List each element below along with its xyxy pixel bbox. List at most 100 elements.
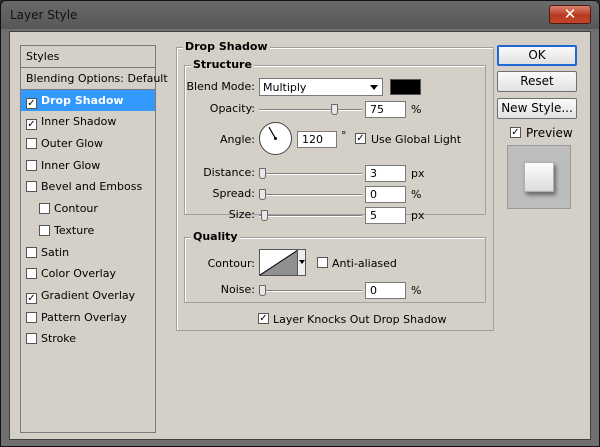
structure-group: Structure Blend Mode: Multiply Opacity: … (184, 58, 486, 224)
distance-label: Distance: (203, 166, 255, 179)
ok-button[interactable]: OK (497, 45, 577, 66)
styles-item-label: Stroke (41, 332, 77, 346)
styles-item-contour[interactable]: Contour (21, 198, 155, 220)
anti-aliased-label[interactable]: Anti-aliased (332, 257, 397, 270)
styles-item-drop-shadow[interactable]: Drop Shadow (21, 89, 155, 112)
styles-item-label: Texture (54, 223, 95, 237)
styles-item-checkbox[interactable] (26, 97, 37, 109)
styles-item-checkbox[interactable] (26, 268, 37, 280)
opacity-slider-thumb[interactable] (331, 104, 338, 115)
styles-item-label: Drop Shadow (41, 93, 124, 107)
styles-item-outer-glow[interactable]: Outer Glow (21, 133, 155, 155)
size-label: Size: (228, 208, 255, 221)
preview-swatch (524, 162, 554, 192)
size-input[interactable]: 5 (365, 207, 406, 224)
size-unit: px (411, 209, 425, 222)
distance-unit: px (411, 167, 425, 180)
styles-item-gradient-overlay[interactable]: Gradient Overlay (21, 285, 155, 307)
styles-item-checkbox[interactable] (39, 224, 50, 236)
noise-slider[interactable] (259, 285, 362, 296)
styles-item-checkbox[interactable] (26, 292, 37, 304)
noise-input[interactable]: 0 (365, 282, 406, 299)
opacity-slider[interactable] (259, 104, 362, 115)
styles-item-checkbox[interactable] (26, 181, 37, 193)
styles-item-checkbox[interactable] (26, 333, 37, 345)
angle-dial-icon (268, 126, 277, 140)
size-slider-thumb[interactable] (261, 210, 268, 221)
size-slider[interactable] (259, 210, 362, 221)
styles-item-label: Outer Glow (41, 137, 104, 151)
angle-input[interactable]: 120 (297, 131, 337, 148)
layer-knocks-out-label[interactable]: Layer Knocks Out Drop Shadow (273, 313, 447, 326)
quality-title: Quality (191, 230, 240, 243)
styles-item-pattern-overlay[interactable]: Pattern Overlay (21, 307, 155, 329)
styles-item-inner-glow[interactable]: Inner Glow (21, 155, 155, 177)
spread-slider[interactable] (259, 189, 362, 200)
styles-items: Blending Options: Default Drop Shadow Inne… (21, 68, 168, 350)
blend-mode-select[interactable]: Multiply (259, 78, 383, 96)
new-style-button[interactable]: New Style... (497, 98, 577, 119)
styles-item-label: Inner Shadow (41, 115, 117, 129)
blend-mode-label: Blend Mode: (186, 80, 256, 93)
opacity-label: Opacity: (209, 102, 255, 115)
spread-label: Spread: (212, 187, 255, 200)
noise-slider-thumb[interactable] (259, 285, 266, 296)
layer-knocks-out-checkbox[interactable] (258, 313, 269, 324)
styles-item-label: Color Overlay (41, 267, 116, 281)
structure-title: Structure (191, 58, 254, 71)
noise-unit: % (411, 284, 422, 297)
styles-item-checkbox[interactable] (26, 311, 37, 323)
styles-item-checkbox[interactable] (26, 159, 37, 171)
use-global-light-label[interactable]: Use Global Light (371, 133, 461, 146)
styles-item-label: Pattern Overlay (41, 310, 127, 324)
angle-label: Angle: (219, 133, 255, 146)
style-preview (507, 145, 571, 209)
close-icon[interactable]: ✕ (549, 5, 591, 24)
use-global-light-checkbox[interactable] (355, 133, 366, 144)
styles-item-checkbox[interactable] (39, 203, 50, 215)
dialog-body: Styles Blending Options: Default Drop Sha… (9, 31, 591, 440)
distance-input[interactable]: 3 (365, 165, 406, 182)
preview-label[interactable]: Preview (526, 126, 573, 140)
chevron-down-icon (370, 85, 378, 90)
styles-item-bevel-and-emboss[interactable]: Bevel and Emboss (21, 176, 155, 198)
styles-item-checkbox[interactable] (26, 119, 37, 131)
styles-item-label: Bevel and Emboss (41, 180, 143, 194)
title-bar[interactable]: Layer Style ✕ (1, 1, 599, 29)
styles-header[interactable]: Styles (21, 46, 155, 68)
styles-item-label: Blending Options: Default (26, 72, 168, 85)
opacity-unit: % (411, 103, 422, 116)
shadow-color-swatch[interactable] (390, 79, 421, 95)
anti-aliased-checkbox[interactable] (317, 257, 328, 268)
layer-style-dialog: Layer Style ✕ Styles Blending Options: D… (0, 0, 600, 447)
styles-item-texture[interactable]: Texture (21, 220, 155, 242)
styles-item-label: Satin (41, 245, 70, 259)
styles-item-label: Inner Glow (41, 158, 101, 172)
distance-slider[interactable] (259, 168, 362, 179)
styles-item-stroke[interactable]: Stroke (21, 328, 155, 350)
styles-item-inner-shadow[interactable]: Inner Shadow (21, 111, 155, 133)
noise-label: Noise: (220, 283, 255, 296)
contour-dropdown-icon[interactable] (297, 249, 306, 276)
styles-item-label: Contour (54, 202, 98, 216)
spread-unit: % (411, 188, 422, 201)
spread-input[interactable]: 0 (365, 186, 406, 203)
opacity-input[interactable]: 75 (365, 101, 406, 118)
blend-mode-value: Multiply (263, 81, 307, 94)
styles-item-checkbox[interactable] (26, 138, 37, 150)
angle-dial[interactable] (259, 122, 292, 155)
window-title: Layer Style (10, 8, 78, 22)
distance-slider-thumb[interactable] (259, 168, 266, 179)
styles-item-satin[interactable]: Satin (21, 242, 155, 264)
preview-checkbox[interactable] (510, 127, 521, 138)
styles-list: Styles Blending Options: Default Drop Sha… (20, 45, 168, 433)
contour-picker[interactable] (259, 249, 299, 276)
reset-button[interactable]: Reset (497, 71, 577, 92)
styles-item-checkbox[interactable] (26, 246, 37, 258)
styles-item-blending-options-default[interactable]: Blending Options: Default (21, 68, 168, 90)
spread-slider-thumb[interactable] (259, 189, 266, 200)
drop-shadow-title: Drop Shadow (183, 40, 270, 53)
contour-label: Contour: (207, 257, 255, 270)
styles-item-label: Gradient Overlay (41, 288, 136, 302)
styles-item-color-overlay[interactable]: Color Overlay (21, 263, 155, 285)
